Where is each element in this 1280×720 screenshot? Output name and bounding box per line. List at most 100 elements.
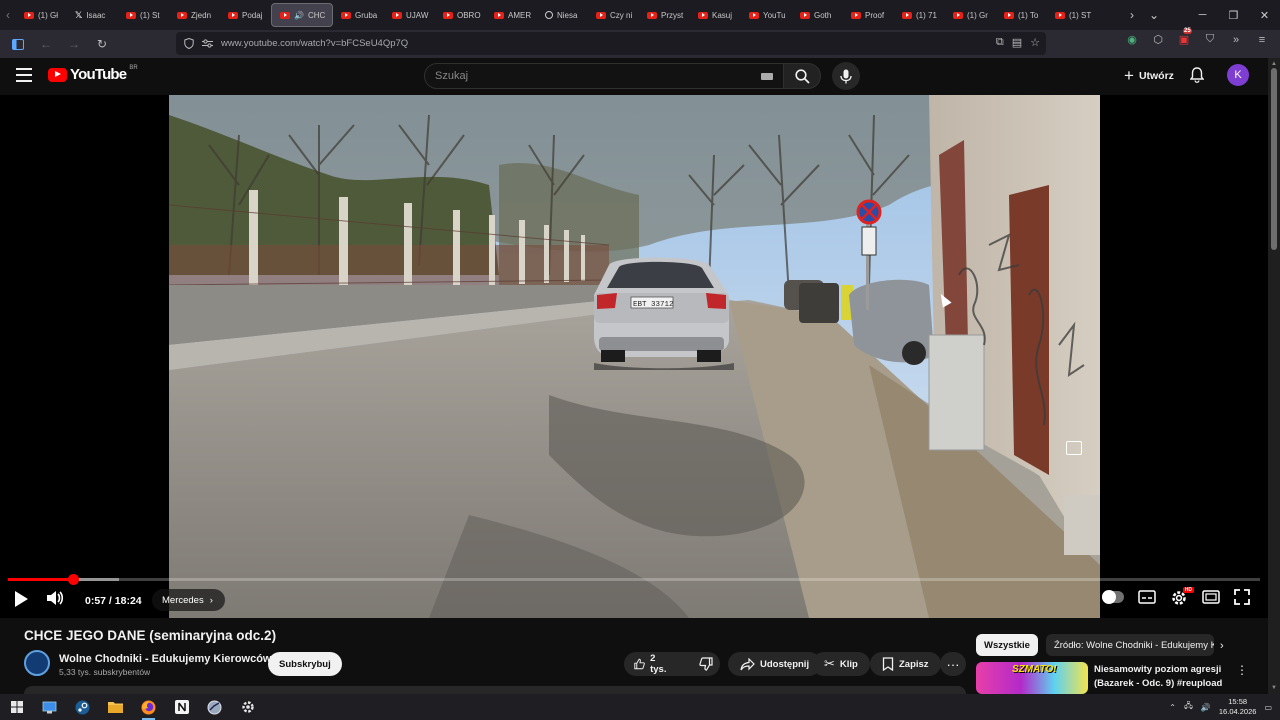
browser-tab[interactable]: Gruba — [333, 3, 384, 27]
scroll-down-arrow-icon[interactable]: ▼ — [1271, 685, 1277, 691]
extensions-puzzle-icon[interactable]: ⬡ — [1150, 33, 1166, 46]
browser-tab[interactable]: Zjedn — [169, 3, 220, 27]
overflow-menu-icon[interactable]: » — [1228, 34, 1244, 46]
theater-mode-button[interactable] — [1202, 589, 1220, 605]
vpn-extension-icon[interactable]: ◉ — [1124, 33, 1140, 46]
network-icon[interactable]: 🖧 — [1184, 700, 1193, 714]
channel-name[interactable]: Wolne Chodniki - Edukujemy Kierowców — [59, 653, 272, 665]
chapter-button[interactable]: Mercedes › — [152, 589, 225, 611]
browser-tab[interactable]: OBRO — [435, 3, 486, 27]
chip-source-channel[interactable]: Źródło: Wolne Chodniki - Edukujemy K — [1045, 634, 1214, 656]
tab-list-chevron-icon[interactable]: ⌄ — [1146, 0, 1162, 30]
minimize-icon[interactable]: ─ — [1187, 0, 1218, 30]
search-button[interactable] — [783, 63, 821, 89]
speaker-icon[interactable]: 🔊 — [1201, 703, 1211, 712]
browser-tab[interactable]: Czy ni — [588, 3, 639, 27]
bookmark-star-icon[interactable]: ☆ — [1030, 36, 1040, 49]
notion-app-icon[interactable] — [165, 694, 198, 720]
voice-search-button[interactable] — [832, 62, 860, 90]
notification-center-icon[interactable]: ▭ — [1264, 703, 1272, 712]
progress-bar[interactable] — [8, 574, 1260, 585]
restore-icon[interactable]: ❐ — [1218, 0, 1249, 30]
autoplay-toggle[interactable] — [1102, 590, 1124, 604]
like-button[interactable]: 2 tys. — [624, 652, 679, 676]
browser-tab[interactable]: (1) Gr — [945, 3, 996, 27]
browser-tab[interactable]: 𝕏 Isaac — [67, 3, 118, 27]
video-frame[interactable]: EBT 33712 — [169, 95, 1100, 618]
guide-menu-icon[interactable] — [16, 68, 32, 82]
ublock-shield-icon[interactable]: ⛉ — [1202, 33, 1218, 46]
reader-view-icon[interactable]: ▤ — [1012, 36, 1022, 49]
recommendation-title[interactable]: Niesamowity poziom agresji (Bazarek - Od… — [1094, 663, 1224, 691]
browser-tab-active[interactable]: 🔊CHC✕ — [271, 3, 333, 27]
browser-tab[interactable]: Podaj — [220, 3, 271, 27]
tracking-shield-icon[interactable] — [184, 38, 194, 49]
scroll-up-arrow-icon[interactable]: ▲ — [1271, 61, 1277, 67]
channel-avatar[interactable] — [24, 650, 50, 676]
close-window-icon[interactable]: ✕ — [1249, 0, 1280, 30]
share-button[interactable]: Udostępnij — [728, 652, 822, 676]
addon-badge-icon[interactable]: ▣ 25 — [1176, 28, 1192, 46]
forward-icon[interactable]: → — [62, 32, 86, 56]
picture-in-picture-icon[interactable]: ⧉ — [996, 36, 1004, 49]
chips-next-icon[interactable]: › — [1220, 640, 1224, 652]
dislike-button[interactable] — [689, 652, 723, 676]
firefox-icon[interactable] — [132, 694, 165, 720]
miniplayer-toggle-icon[interactable] — [1066, 441, 1082, 455]
save-button[interactable]: Zapisz — [870, 652, 941, 676]
create-button[interactable]: + Utwórz — [1114, 64, 1184, 88]
browser-tab[interactable]: UJAW — [384, 3, 435, 27]
volume-button[interactable] — [46, 589, 64, 607]
permissions-icon[interactable] — [202, 39, 213, 48]
tab-scroll-right-icon[interactable]: › — [1124, 0, 1140, 30]
browser-tab[interactable]: (1) To — [996, 3, 1047, 27]
app-menu-icon[interactable]: ≡ — [1254, 34, 1270, 46]
settings-button[interactable]: HD — [1170, 587, 1194, 607]
clip-button[interactable]: ✂ Klip — [812, 652, 870, 676]
browser-tab[interactable]: Niesa — [537, 3, 588, 27]
fullscreen-button[interactable] — [1234, 589, 1250, 605]
search-input[interactable] — [435, 70, 735, 82]
description-box[interactable] — [24, 686, 966, 694]
browser-tab[interactable]: YouTu — [741, 3, 792, 27]
notifications-bell-icon[interactable] — [1189, 67, 1205, 88]
back-icon[interactable]: ← — [34, 32, 58, 56]
recommendation-thumbnail[interactable]: SZMATO! — [976, 662, 1088, 694]
account-avatar[interactable]: K — [1227, 64, 1249, 86]
file-explorer-icon[interactable] — [99, 694, 132, 720]
chip-all[interactable]: Wszystkie — [976, 634, 1038, 656]
browser-tab[interactable]: (1) Gł — [16, 3, 67, 27]
subtitles-button[interactable] — [1138, 589, 1156, 605]
virtual-keyboard-icon[interactable] — [761, 73, 773, 80]
browser-tab[interactable]: AMER — [486, 3, 537, 27]
page-scrollbar[interactable]: ▲ ▼ — [1268, 58, 1280, 694]
reload-icon[interactable]: ↻ — [90, 32, 114, 56]
clock[interactable]: 15:58 16.04.2026 — [1219, 697, 1257, 717]
scrollbar-thumb[interactable] — [1271, 68, 1277, 250]
steam-icon[interactable] — [66, 694, 99, 720]
scrubber-handle[interactable] — [68, 574, 80, 585]
recommendation-menu-icon[interactable]: ⋮ — [1236, 663, 1248, 677]
browser-tab[interactable]: (1) St — [118, 3, 169, 27]
browser-tab[interactable]: Goth — [792, 3, 843, 27]
browser-tab[interactable]: (1) 71 — [894, 3, 945, 27]
browser-tab[interactable]: (1) ST — [1047, 3, 1098, 27]
subscribe-button[interactable]: Subskrybuj — [268, 652, 342, 676]
more-actions-button[interactable]: ··· — [940, 652, 966, 676]
start-windows-icon[interactable] — [0, 694, 33, 720]
youtube-logo[interactable]: YouTube BR — [48, 65, 138, 83]
play-button[interactable] — [12, 589, 30, 609]
monitor-app-icon[interactable] — [33, 694, 66, 720]
settings-gear-icon[interactable] — [231, 694, 264, 720]
tab-scroll-left-icon[interactable]: ‹ — [0, 0, 16, 30]
tab-audio-icon[interactable]: 🔊 — [294, 11, 304, 20]
browser-tab[interactable]: Proof — [843, 3, 894, 27]
sidebar-toggle-icon[interactable] — [6, 32, 30, 56]
system-utility-icon[interactable] — [198, 694, 231, 720]
browser-tab[interactable]: Kasuj — [690, 3, 741, 27]
browser-tab[interactable]: Przyst — [639, 3, 690, 27]
video-player[interactable]: EBT 33712 0:57 / 18:24 Mercedes › HD — [0, 95, 1268, 618]
url-text[interactable]: www.youtube.com/watch?v=bFCSeU4Qp7Q — [221, 38, 408, 49]
tray-overflow-chevron-icon[interactable]: ⌃ — [1169, 703, 1176, 712]
address-bar[interactable]: www.youtube.com/watch?v=bFCSeU4Qp7Q ⧉ ▤ … — [176, 32, 1046, 55]
